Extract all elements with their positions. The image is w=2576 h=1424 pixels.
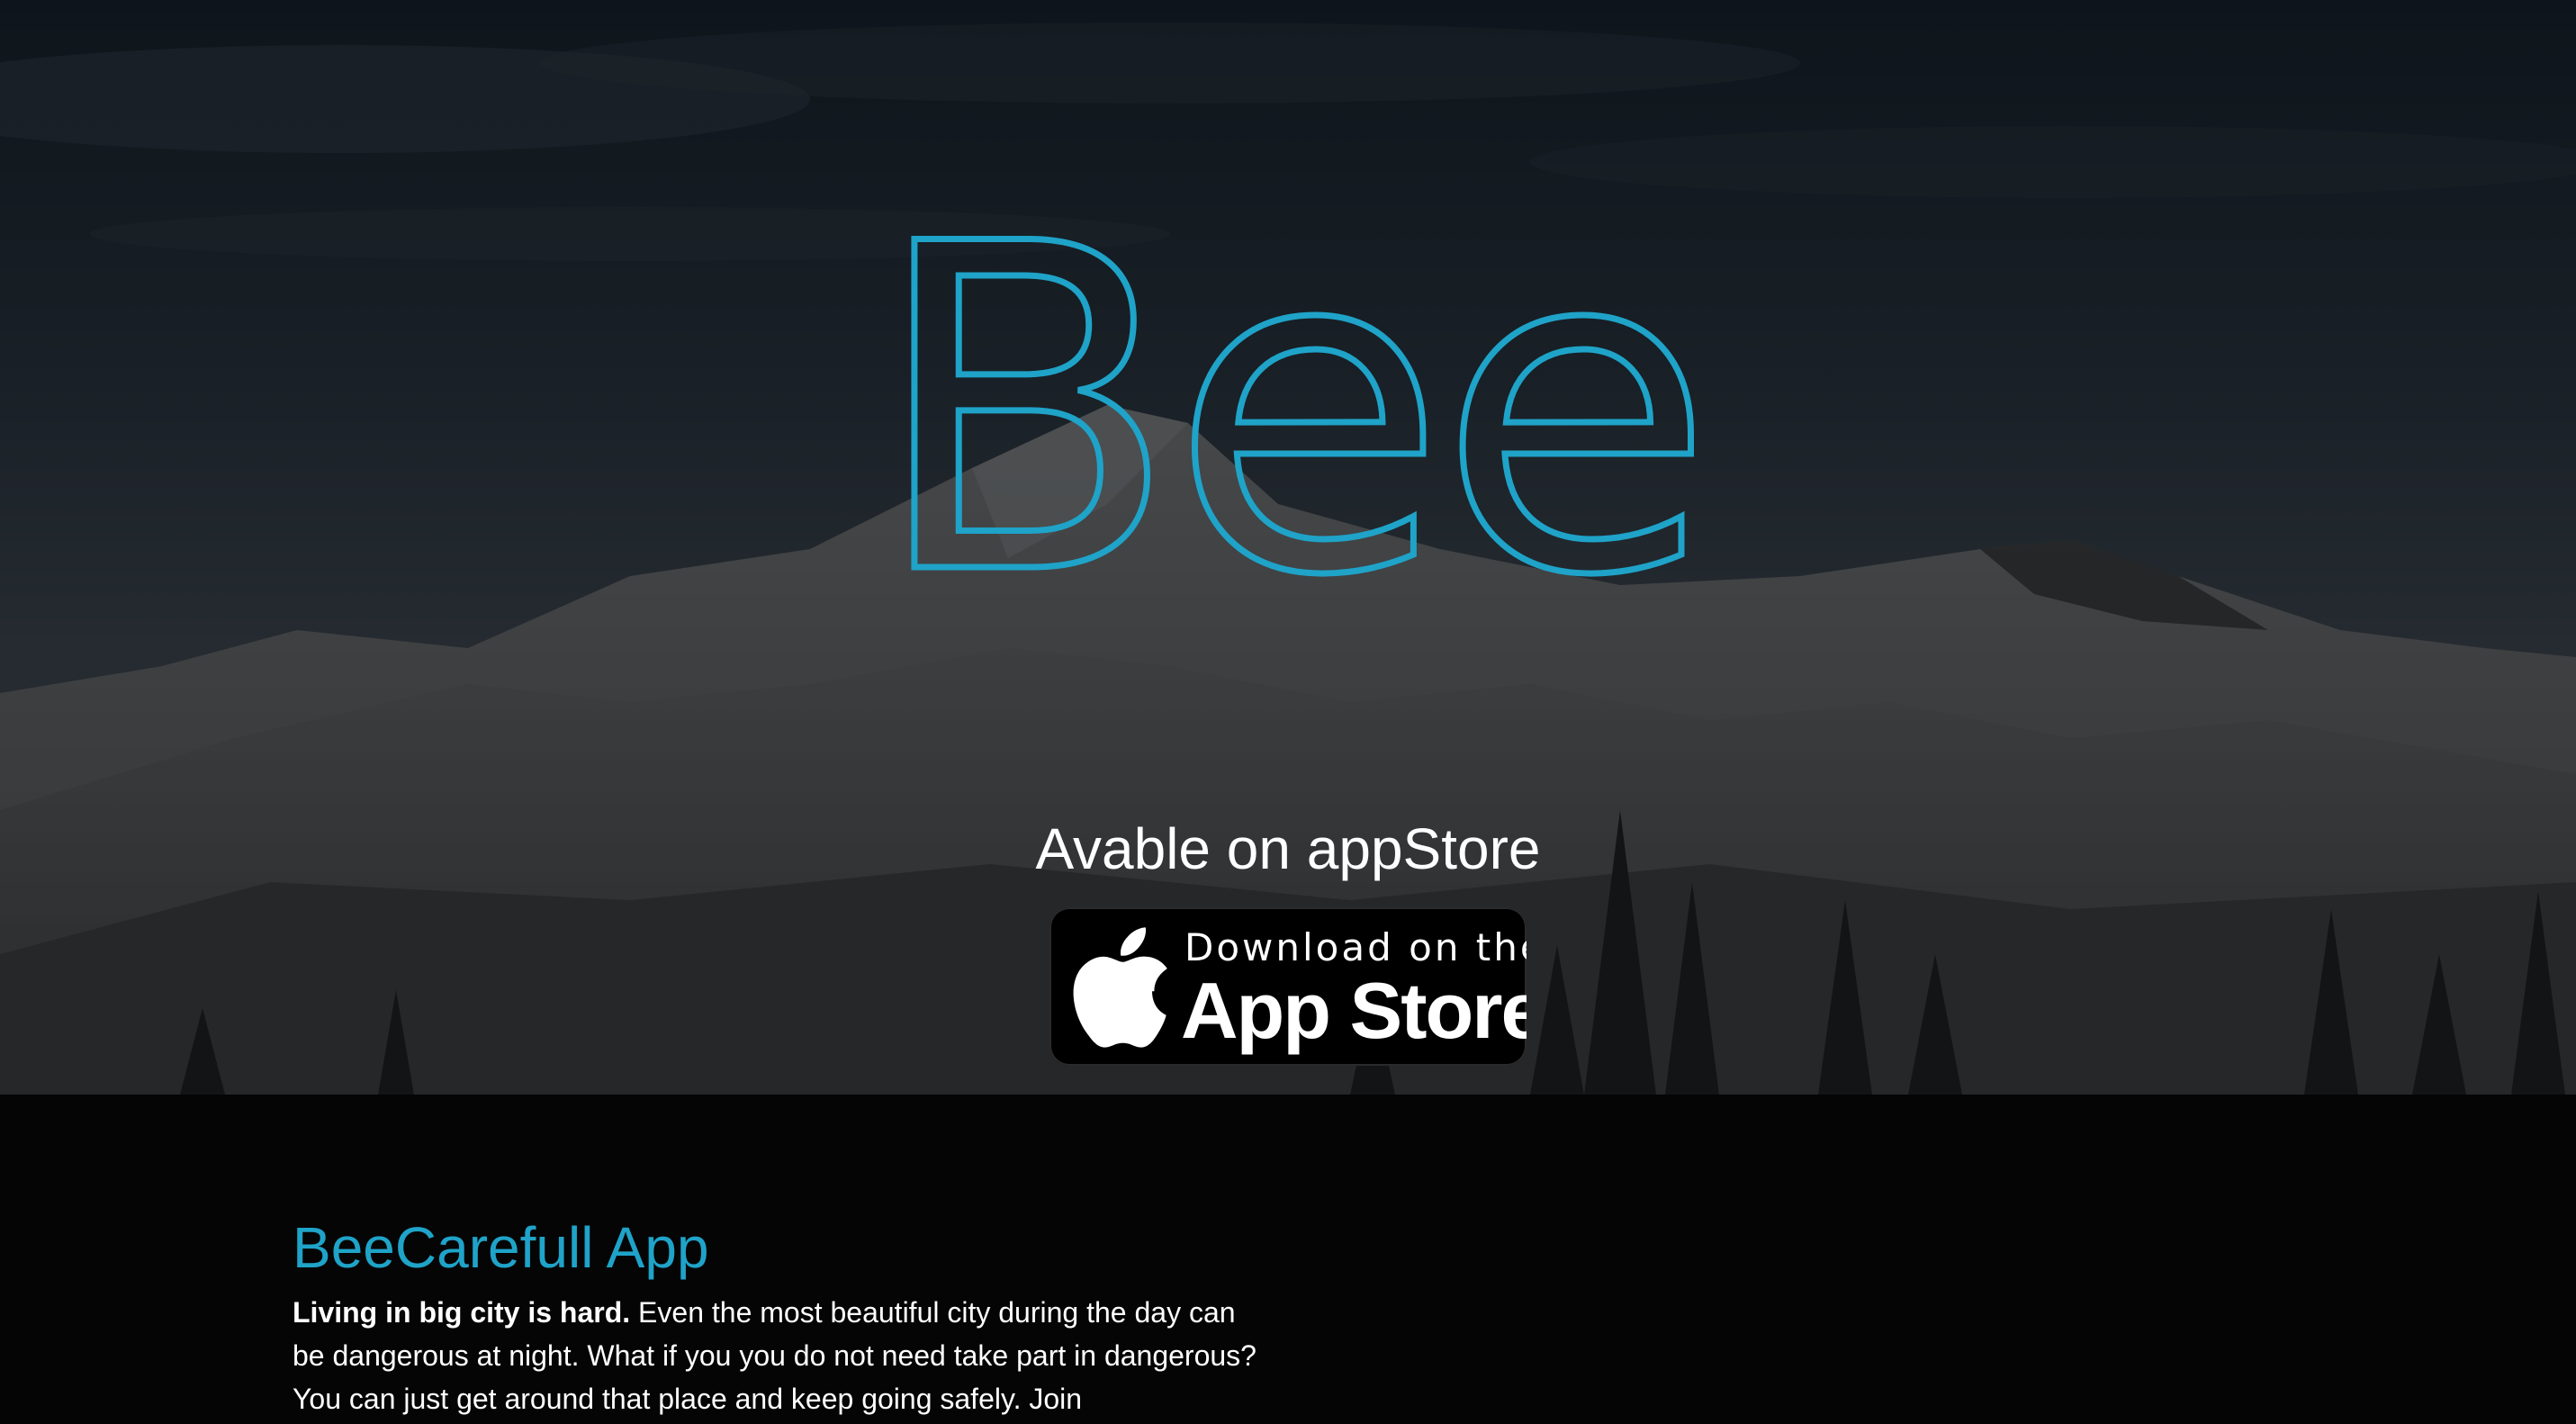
apple-logo-icon	[1073, 927, 1167, 1048]
badge-line2: App Store	[1181, 966, 1527, 1055]
hero-section: Bee Avable on appStore Download on the A…	[0, 0, 2576, 1095]
badge-line1: Download on the	[1184, 925, 1527, 969]
bee-logo: Bee	[867, 147, 1717, 604]
hero-tagline: Avable on appStore	[1035, 816, 1541, 881]
page: Bee Avable on appStore Download on the A…	[0, 0, 2576, 1424]
about-paragraph: Living in big city is hard. Even the mos…	[293, 1291, 1265, 1420]
bee-logo-text: Bee	[870, 149, 1706, 603]
about-section: BeeCarefull App Living in big city is ha…	[0, 1095, 2576, 1424]
about-title: BeeCarefull App	[293, 1215, 709, 1280]
about-lead: Living in big city is hard.	[293, 1296, 631, 1329]
app-store-download-button[interactable]: Download on the App Store	[1049, 907, 1527, 1066]
